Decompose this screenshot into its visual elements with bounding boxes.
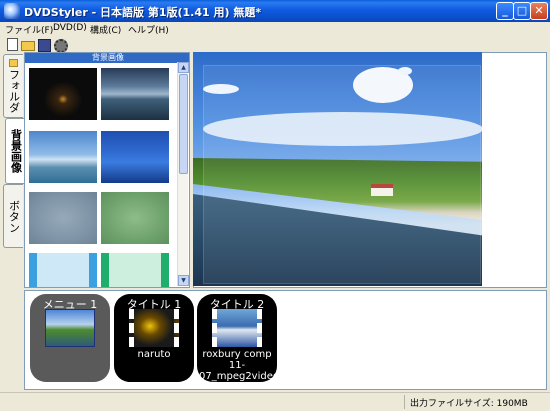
background-thumbnail[interactable] (29, 68, 97, 120)
vertical-scrollbar[interactable]: ▲ ▼ (177, 62, 189, 286)
tab-backgrounds[interactable]: 背景画像 (5, 118, 25, 184)
menu-item-card[interactable]: メニュー 1 (30, 294, 110, 382)
settings-icon[interactable] (53, 38, 68, 53)
scroll-thumb[interactable] (179, 74, 188, 174)
menu-bar: ファイル(F) DVD(D) 構成(C) ヘルプ(H) (0, 22, 550, 37)
scroll-up-icon[interactable]: ▲ (178, 62, 189, 73)
window-title: DVDStyler - 日本語版 第1版(1.41 用) 無題* (24, 6, 262, 19)
close-button[interactable]: ✕ (530, 2, 548, 20)
save-icon[interactable] (37, 38, 51, 52)
background-thumbnail[interactable] (29, 253, 97, 287)
menu-configuration[interactable]: 構成(C) (90, 23, 121, 36)
background-thumbnail[interactable] (101, 253, 169, 287)
minimize-button[interactable]: _ (496, 2, 514, 20)
card-label: roxbury comp 11-07_mpeg2video_005 (199, 349, 304, 382)
panel-header: 背景画像 (25, 53, 189, 63)
title-bar[interactable]: DVDStyler - 日本語版 第1版(1.41 用) 無題* _ □ ✕ (0, 0, 550, 22)
film-thumbnail (129, 309, 179, 347)
card-label: naruto (137, 349, 171, 360)
new-file-icon[interactable] (5, 38, 18, 51)
menu-dvd[interactable]: DVD(D) (53, 23, 87, 33)
title-item-card[interactable]: タイトル 1 naruto (114, 294, 194, 382)
status-bar: 出力ファイルサイズ: 190MB (0, 392, 550, 411)
title-item-card[interactable]: タイトル 2 roxbury comp 11-07_mpeg2video_005 (197, 294, 304, 382)
maximize-button[interactable]: □ (513, 2, 531, 20)
menu-file[interactable]: ファイル(F) (5, 23, 53, 36)
app-icon (4, 3, 20, 19)
menu-help[interactable]: ヘルプ(H) (128, 23, 169, 36)
background-thumbnail[interactable] (101, 192, 169, 244)
menu-preview-canvas[interactable] (193, 52, 482, 286)
background-thumbnail[interactable] (29, 192, 97, 244)
titleset-panel: メニュー 1 タイトル 1 naruto タイトル 2 roxbury comp… (24, 290, 547, 390)
tab-folder[interactable]: フォルダ (3, 54, 23, 118)
toolbar (0, 37, 550, 53)
open-folder-icon[interactable] (21, 38, 35, 51)
output-size-status: 出力ファイルサイズ: 190MB (410, 399, 528, 409)
background-thumbnail[interactable] (101, 131, 169, 183)
background-thumbnail[interactable] (101, 68, 169, 120)
tab-folder-label: フォルダ (7, 69, 21, 113)
folder-icon (9, 59, 18, 67)
card-thumbnail (45, 309, 95, 347)
film-thumbnail (212, 309, 262, 347)
background-thumbnail[interactable] (29, 131, 97, 183)
tab-buttons[interactable]: ボタン (3, 184, 23, 248)
selection-frame[interactable] (203, 65, 481, 284)
background-thumbnail-panel: 背景画像 (24, 52, 190, 288)
status-separator (404, 395, 405, 409)
side-tabs: フォルダ 背景画像 ボタン (3, 52, 25, 288)
scroll-down-icon[interactable]: ▼ (178, 275, 189, 286)
